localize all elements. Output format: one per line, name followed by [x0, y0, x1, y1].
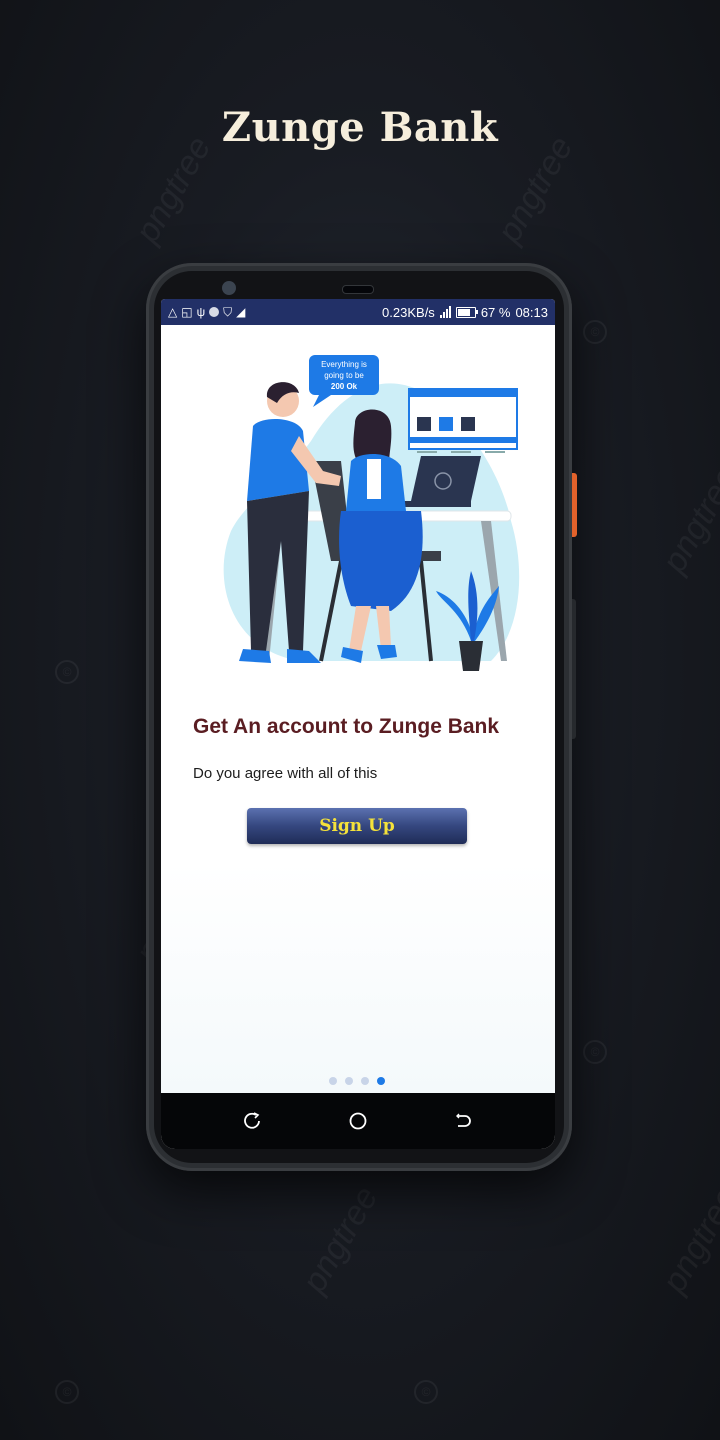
- page-dot-1[interactable]: [329, 1077, 337, 1085]
- onboarding-page: Everything is going to be 200 Ok Get An …: [161, 325, 555, 1093]
- status-bar: △ ◱ ψ ⛉ ◢ 0.23KB/s 67 % 08:13: [161, 299, 555, 325]
- bubble-line-2: going to be: [324, 371, 364, 380]
- brand-title: Zunge Bank: [221, 104, 499, 151]
- status-icons-right: 0.23KB/s 67 % 08:13: [382, 305, 548, 320]
- system-nav-bar: [161, 1093, 555, 1149]
- watermark-text: pngtree: [655, 460, 720, 579]
- status-time: 08:13: [515, 304, 548, 320]
- warning-triangle-icon: △: [168, 305, 178, 319]
- page-dot-3[interactable]: [361, 1077, 369, 1085]
- recent-apps-icon: [244, 1112, 261, 1129]
- usb-icon: ψ: [196, 305, 206, 319]
- home-icon: [349, 1112, 367, 1130]
- status-icons-left: △ ◱ ψ ⛉ ◢: [168, 305, 245, 320]
- bubble-line-1: Everything is: [321, 360, 367, 369]
- copyright-icon: ©: [583, 320, 607, 344]
- battery-icon: [455, 306, 478, 318]
- recent-apps-button[interactable]: [240, 1108, 266, 1134]
- copyright-icon: ©: [583, 1040, 607, 1064]
- earpiece: [342, 285, 374, 294]
- back-icon: [455, 1113, 471, 1127]
- watermark-text: pngtree: [655, 1180, 720, 1299]
- copyright-icon: ©: [55, 660, 79, 684]
- circle-icon: [209, 307, 220, 317]
- battery-percent: 67 %: [480, 304, 511, 320]
- copyright-icon: ©: [414, 1380, 438, 1404]
- watermark-text: pngtree: [295, 1180, 386, 1299]
- page-indicator: [329, 1077, 385, 1085]
- network-speed: 0.23KB/s: [382, 304, 435, 320]
- sign-up-button[interactable]: Sign Up: [247, 808, 467, 844]
- home-button[interactable]: [345, 1108, 371, 1134]
- telegram-icon: ◢: [236, 305, 246, 319]
- page-dot-2[interactable]: [345, 1077, 353, 1085]
- onboarding-title: Get An account to Zunge Bank: [193, 715, 500, 738]
- page-dot-4[interactable]: [377, 1077, 385, 1085]
- volume-button: [572, 599, 576, 739]
- power-button: [572, 473, 577, 537]
- back-button[interactable]: [450, 1108, 476, 1134]
- front-camera: [222, 281, 236, 295]
- copyright-icon: ©: [55, 1380, 79, 1404]
- onboarding-subtitle: Do you agree with all of this: [193, 765, 378, 782]
- screen-cast-icon: ◱: [181, 305, 193, 319]
- browser-mockup: [408, 388, 518, 453]
- signal-icon: [439, 306, 451, 318]
- shield-icon: ⛉: [223, 304, 233, 319]
- phone-screen: △ ◱ ψ ⛉ ◢ 0.23KB/s 67 % 08:13 Everything…: [161, 299, 555, 1149]
- office-illustration: Everything is going to be 200 Ok: [223, 355, 520, 671]
- bubble-line-3: 200 Ok: [331, 382, 358, 391]
